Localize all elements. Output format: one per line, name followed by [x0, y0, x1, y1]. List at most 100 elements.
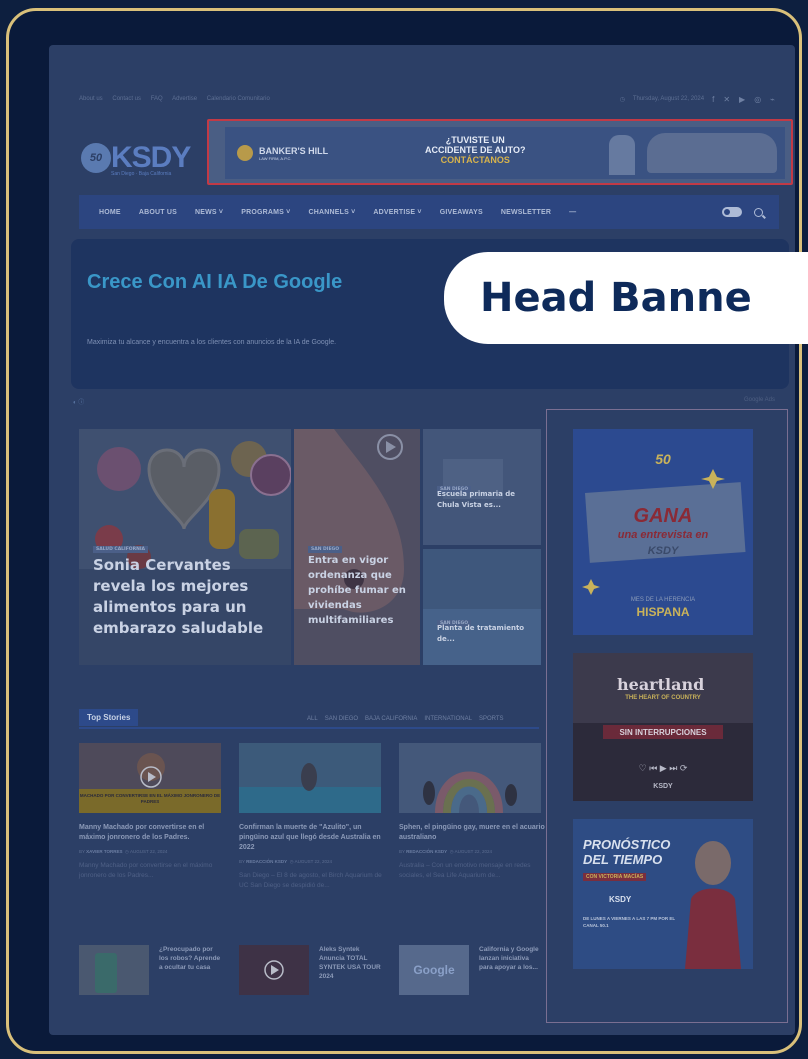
story-title[interactable]: Sphen, el pingüino gay, muere en el acua… [399, 823, 549, 843]
website-screenshot: About us Contact us FAQ Advertise Calend… [49, 45, 795, 1035]
nav-programs[interactable]: PROGRAMS ˅ [241, 209, 290, 216]
instagram-icon[interactable]: ◎ [754, 95, 761, 104]
weather-brand: KSDY [609, 895, 632, 904]
gana-ad[interactable]: 50 GANA una entrevista en KSDY MES DE LA… [573, 429, 753, 635]
mini-story[interactable]: ¿Preocupado por los robos? Aprende a ocu… [79, 945, 223, 995]
story-card[interactable]: MACHADO POR CONVERTIRSE EN EL MÁXIMO JON… [79, 743, 229, 881]
facebook-icon[interactable]: f [712, 95, 714, 104]
heartland-name: heartland [617, 675, 705, 694]
mini-story-thumb [239, 945, 309, 995]
date-text: Thursday, August 22, 2024 [632, 96, 705, 102]
nav-advertise[interactable]: ADVERTISE ˅ [373, 209, 421, 216]
weather-ad[interactable]: PRONÓSTICO DEL TIEMPO CON VICTORIA MACÍA… [573, 819, 753, 969]
story-author[interactable]: REDACCIÓN KSDY [246, 859, 287, 864]
ad-choices-icon[interactable]: ◐ ⓘ [73, 397, 84, 406]
tab-international[interactable]: INTERNATIONAL [424, 716, 472, 722]
tab-sports[interactable]: SPORTS [479, 716, 504, 722]
top-link-faq[interactable]: FAQ [151, 96, 163, 102]
top-stories-label: Top Stories [79, 709, 139, 726]
feature-title: Entra en vigor ordenanza que prohíbe fum… [308, 555, 406, 626]
story-date: AUGUST 22, 2024 [129, 849, 168, 854]
logo-50-badge: 50 [81, 143, 111, 173]
heartland-ad[interactable]: heartland THE HEART OF COUNTRY SIN INTER… [573, 653, 753, 801]
google-logo-text: Google [413, 963, 455, 977]
site-logo[interactable]: 50 KSDY San Diego · Baja California [81, 135, 209, 181]
story-title[interactable]: Manny Machado por convertirse en el máxi… [79, 823, 229, 843]
nav-channels[interactable]: CHANNELS ˅ [308, 209, 355, 216]
gana-title: GANA [633, 505, 693, 527]
story-card[interactable]: Confirman la muerte de "Azulito", un pin… [239, 743, 389, 891]
nav-giveaways[interactable]: GIVEAWAYS [440, 209, 483, 216]
story-date: AUGUST 22, 2024 [454, 849, 493, 854]
rss-icon[interactable]: ⌁ [770, 95, 775, 104]
mini-story-thumb: Google [399, 945, 469, 995]
ad-person-image [609, 135, 635, 175]
feature-tag: SALUD CALIFORNIA [93, 535, 149, 554]
story-card[interactable]: Sphen, el pingüino gay, muere en el acua… [399, 743, 549, 881]
gana-big: HISPANA [636, 605, 690, 619]
mini-story[interactable]: Aleks Syntek Anuncia TOTAL SYNTEK USA TO… [239, 945, 383, 995]
nav-tools [722, 207, 763, 217]
player-controls[interactable]: ♡ ⏮ ▶ ⏭ ⟳ [573, 763, 753, 774]
weather-host: CON VICTORIA MACÍAS [583, 873, 647, 881]
phone-image [79, 945, 149, 995]
ad-cta[interactable]: CONTÁCTANOS [425, 155, 526, 165]
gana-50: 50 [655, 451, 671, 467]
dark-mode-toggle[interactable] [722, 207, 742, 217]
tab-san-diego[interactable]: SAN DIEGO [325, 716, 358, 722]
story-title[interactable]: Confirman la muerte de "Azulito", un pin… [239, 823, 389, 853]
feature-card-plant[interactable]: SAN DIEGO Planta de tratamiento de... [423, 549, 541, 665]
feature-title: Escuela primaria de Chula Vista es... [437, 490, 516, 509]
social-links: f ✕ ▶ ◎ ⌁ [712, 95, 775, 104]
story-author[interactable]: REDACCIÓN KSDY [406, 849, 447, 854]
top-link-advertise[interactable]: Advertise [172, 96, 197, 102]
header-ad-banner[interactable]: BANKER'S HILL LAW FIRM, A.P.C. ¿TUVISTE U… [207, 119, 793, 185]
feature-card-nutrition[interactable]: SALUD CALIFORNIA Sonia Cervantes revela … [79, 429, 291, 665]
top-utility-bar: About us Contact us FAQ Advertise Calend… [79, 91, 775, 107]
feature-card-school[interactable]: SAN DIEGO Escuela primaria de Chula Vist… [423, 429, 541, 545]
hero-title: Crece Con AI IA De Google [87, 271, 343, 293]
search-icon[interactable] [754, 207, 763, 217]
nav-more[interactable]: — [569, 209, 576, 216]
feature-title: Planta de tratamiento de... [437, 624, 525, 643]
twitter-icon[interactable]: ✕ [723, 95, 730, 104]
logo-text: KSDY [111, 141, 191, 174]
gana-brand: KSDY [647, 545, 679, 557]
youtube-icon[interactable]: ▶ [739, 95, 745, 104]
ad-line1: ¿TUVISTE UN [445, 135, 505, 145]
ad-line2: ACCIDENTE DE AUTO? [425, 145, 526, 155]
story-author[interactable]: XAVIER TORRES [86, 849, 122, 854]
story-meta: BY REDACCIÓN KSDY ◷ AUGUST 22, 2024 [399, 849, 493, 854]
hero-text: Maximiza tu alcance y encuentra a los cl… [87, 339, 337, 346]
nav-newsletter[interactable]: NEWSLETTER [501, 209, 551, 216]
tab-all[interactable]: ALL [307, 716, 318, 722]
seal-icon [237, 145, 253, 161]
top-link-contact[interactable]: Contact us [112, 96, 141, 102]
main-navigation: HOME ABOUT US NEWS ˅ PROGRAMS ˅ CHANNELS… [79, 195, 779, 229]
ad-car-image [647, 133, 777, 173]
mini-story-title[interactable]: ¿Preocupado por los robos? Aprende a ocu… [159, 945, 223, 995]
top-link-calendar[interactable]: Calendario Comunitario [207, 96, 270, 102]
nav-news[interactable]: NEWS ˅ [195, 209, 223, 216]
story-image-caption: MACHADO POR CONVERTIRSE EN EL MÁXIMO JON… [79, 793, 221, 804]
mini-story[interactable]: Google California y Google lanzan inicia… [399, 945, 543, 995]
top-link-about[interactable]: About us [79, 96, 103, 102]
feature-card-smoking[interactable]: SAN DIEGO Entra en vigor ordenanza que p… [294, 429, 420, 665]
mini-story-title[interactable]: California y Google lanzan iniciativa pa… [479, 945, 543, 995]
gana-line: MES DE LA HERENCIA [630, 597, 696, 603]
ad-brand-name: BANKER'S HILL [259, 145, 329, 156]
heartland-brand: KSDY [653, 783, 673, 790]
mini-story-title[interactable]: Aleks Syntek Anuncia TOTAL SYNTEK USA TO… [319, 945, 383, 995]
weather-schedule: DE LUNES A VIERNES A LAS 7 PM POR EL CAN… [583, 916, 676, 928]
heartland-band: SIN INTERRUPCIONES [619, 728, 707, 737]
top-right: ◷ Thursday, August 22, 2024 f ✕ ▶ ◎ ⌁ [620, 95, 775, 104]
story-image [399, 743, 541, 813]
nav-home[interactable]: HOME [99, 209, 121, 216]
ad-brand: BANKER'S HILL LAW FIRM, A.P.C. [237, 145, 328, 161]
tab-baja-california[interactable]: BAJA CALIFORNIA [365, 716, 417, 722]
clock-icon: ◷ [619, 96, 625, 103]
gana-sub: una entrevista en [617, 529, 709, 541]
story-excerpt: Australia – Con un emotivo mensaje en re… [399, 862, 531, 879]
nav-about[interactable]: ABOUT US [139, 209, 177, 216]
device-frame: About us Contact us FAQ Advertise Calend… [6, 8, 802, 1054]
